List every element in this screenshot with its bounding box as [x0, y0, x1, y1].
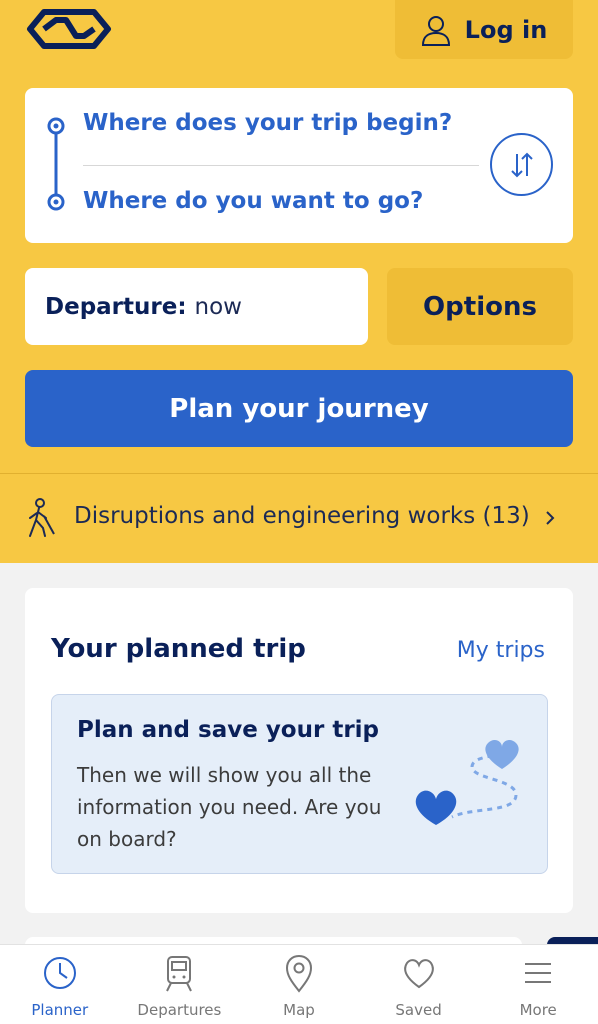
tab-label: Map [283, 1001, 315, 1019]
promo-title: Plan and save your trip [77, 717, 380, 743]
tab-departures[interactable]: Departures [120, 945, 240, 1024]
planned-trip-title: Your planned trip [51, 634, 306, 664]
login-button[interactable]: Log in [395, 0, 573, 59]
my-trips-link[interactable]: My trips [457, 638, 545, 663]
user-icon [421, 15, 450, 46]
tab-label: Planner [31, 1001, 89, 1019]
clock-icon [43, 957, 76, 989]
menu-icon [525, 963, 552, 983]
departure-value: now [194, 293, 242, 320]
header-panel: Log in Where does your trip begin? Where… [0, 0, 598, 563]
tab-planner[interactable]: Planner [0, 945, 120, 1024]
heart-icon [403, 959, 434, 989]
tab-map[interactable]: Map [239, 945, 359, 1024]
login-label: Log in [464, 15, 548, 44]
chevron-right-icon [546, 511, 555, 525]
disruptions-text: Disruptions and engineering works (13) [74, 503, 530, 529]
tab-label: More [519, 1001, 557, 1019]
promo-box[interactable]: Plan and save your trip Then we will sho… [51, 694, 548, 874]
planned-trip-card: Your planned trip My trips Plan and save… [25, 588, 573, 913]
promo-body: Then we will show you all the informatio… [77, 763, 382, 851]
tab-label: Departures [137, 1001, 222, 1019]
divider [83, 165, 479, 166]
hearts-route-icon [415, 740, 519, 825]
departure-selector[interactable]: Departure: now [25, 268, 368, 345]
ns-logo-icon[interactable] [26, 8, 112, 50]
departure-label: Departure: [45, 293, 187, 320]
bottom-tab-bar: Planner Departures Map Saved More [0, 944, 598, 1024]
tab-saved[interactable]: Saved [359, 945, 479, 1024]
from-input[interactable]: Where does your trip begin? [83, 110, 452, 136]
swap-button[interactable] [490, 133, 553, 196]
swap-arrows-icon [510, 152, 533, 177]
trip-input-card: Where does your trip begin? Where do you… [25, 88, 573, 243]
engineering-worker-icon [29, 498, 55, 537]
route-line-icon [47, 117, 65, 211]
tab-more[interactable]: More [478, 945, 598, 1024]
options-button[interactable]: Options [387, 268, 573, 345]
to-input[interactable]: Where do you want to go? [83, 188, 423, 214]
train-icon [166, 956, 193, 992]
disruptions-link[interactable]: Disruptions and engineering works (13) [0, 474, 598, 563]
map-pin-icon [285, 954, 312, 993]
tab-label: Saved [395, 1001, 442, 1019]
plan-journey-button[interactable]: Plan your journey [25, 370, 573, 447]
